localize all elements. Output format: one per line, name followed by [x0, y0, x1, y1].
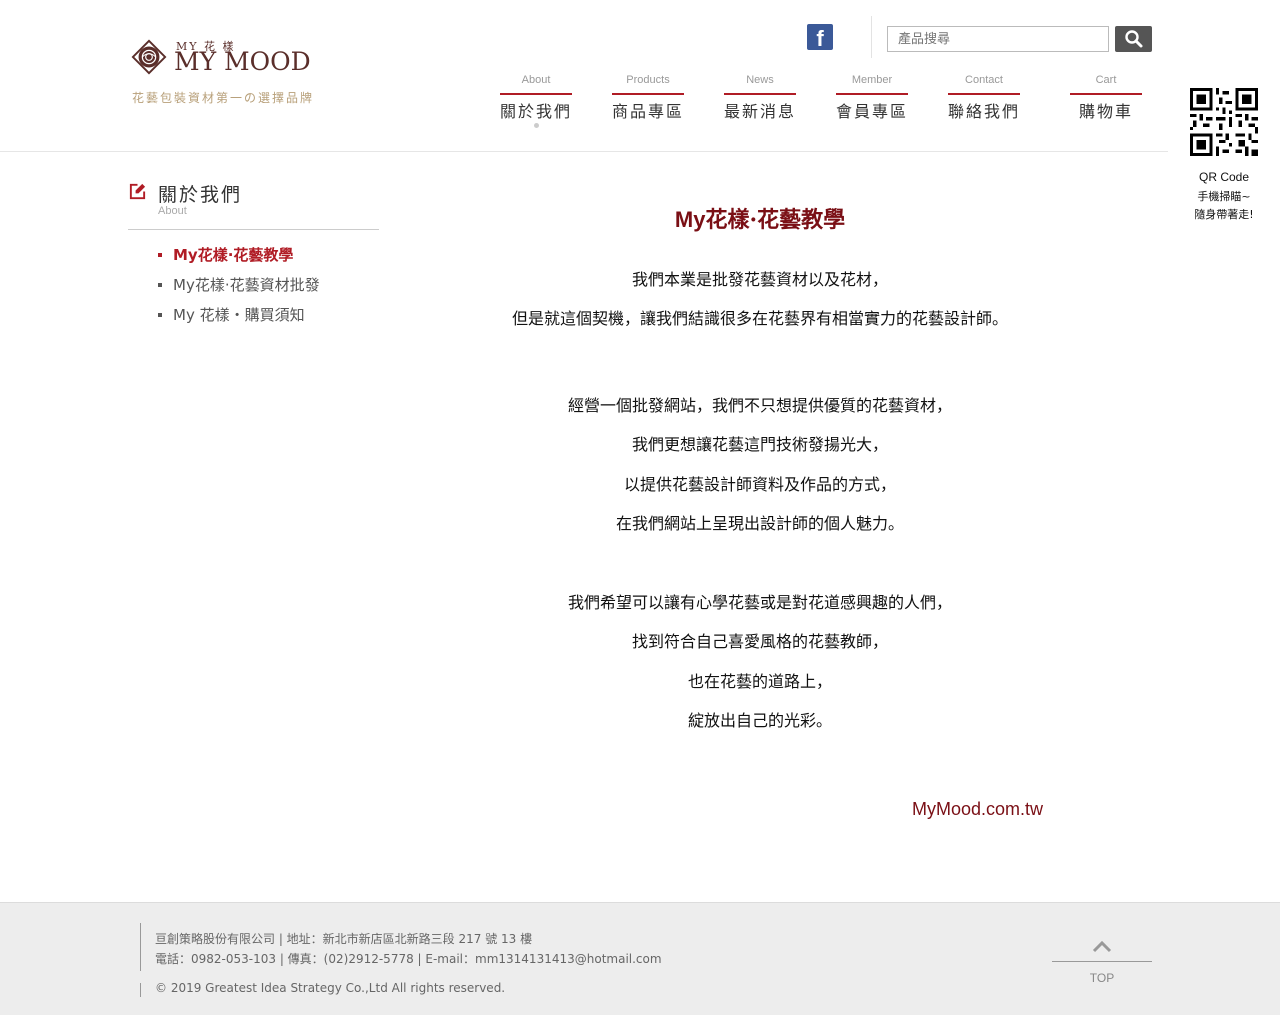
- sidebar-subtitle: About: [158, 205, 187, 217]
- paragraph-line: 但是就這個契機，讓我們結識很多在花藝界有相當實力的花藝設計師。: [511, 309, 1008, 329]
- hope-paragraph: 我們希望可以讓有心學花藝或是對花道感興趣的人們， 找到符合自己喜愛風格的花藝教師…: [440, 583, 1080, 740]
- intro-paragraph: 我們本業是批發花藝資材以及花材， 但是就這個契機，讓我們結識很多在花藝界有相當實…: [440, 260, 1080, 339]
- nav-zh-label: 關於我們: [500, 102, 573, 121]
- nav-underline: [1070, 93, 1142, 95]
- qr-caption-2: 隨身帶著走!: [1194, 208, 1254, 221]
- nav-item-member[interactable]: Member 會員專區: [836, 74, 908, 122]
- sidebar-title: 關於我們: [158, 184, 243, 206]
- search-input[interactable]: [887, 26, 1109, 52]
- page-title-rest: 花樣·花藝教學: [705, 207, 846, 233]
- nav-item-news[interactable]: News 最新消息: [724, 74, 796, 122]
- paragraph-line: 經營一個批發網站，我們不只想提供優質的花藝資材，: [567, 396, 952, 415]
- sidebar-divider: [128, 229, 379, 230]
- qr-code-icon: [1190, 88, 1258, 156]
- paragraph-line: 找到符合自己喜愛風格的花藝教師，: [631, 632, 888, 652]
- nav-item-about[interactable]: About 關於我們: [500, 74, 573, 128]
- nav-en-label: News: [746, 74, 774, 86]
- back-to-top-divider: [1052, 961, 1152, 962]
- site-footer: 亘創策略股份有限公司 | 地址：新北市新店區北新路三段 217 號 13 樓 電…: [0, 902, 1280, 1015]
- nav-active-dot: [534, 123, 539, 128]
- site-name: MyMood.com.tw: [912, 799, 1044, 819]
- page: MY 花 樣 MY MOOD 花藝包裝資材第一の選擇品牌 f About 關於我…: [0, 0, 1280, 1015]
- sidebar-item-wholesale[interactable]: My花樣·花藝資材批發: [158, 275, 320, 305]
- search-button[interactable]: [1115, 26, 1152, 52]
- logo-tagline: 花藝包裝資材第一の選擇品牌: [132, 91, 315, 105]
- paragraph-line: 也在花藝的道路上，: [687, 671, 832, 691]
- rose-logo-icon: [131, 39, 167, 75]
- nav-en-label: Cart: [1095, 74, 1117, 86]
- nav-zh-label: 購物車: [1078, 102, 1133, 121]
- nav-item-contact[interactable]: Contact 聯絡我們: [948, 74, 1020, 122]
- paragraph-line: 我們希望可以讓有心學花藝或是對花道感興趣的人們，: [567, 593, 952, 612]
- mission-paragraph: 經營一個批發網站，我們不只想提供優質的花藝資材， 我們更想讓花藝這門技術發揚光大…: [440, 386, 1080, 543]
- nav-item-cart[interactable]: Cart 購物車: [1070, 74, 1142, 122]
- header-divider: [871, 16, 872, 58]
- footer-company-address: 亘創策略股份有限公司 | 地址：新北市新店區北新路三段 217 號 13 樓: [155, 932, 533, 946]
- paragraph-line: 綻放出自己的光彩。: [687, 710, 832, 730]
- logo-name: MY MOOD: [174, 47, 311, 76]
- nav-en-label: Products: [626, 74, 670, 86]
- search-icon: [1125, 30, 1143, 48]
- site-logo[interactable]: MY 花 樣 MY MOOD 花藝包裝資材第一の選擇品牌: [130, 36, 330, 106]
- qr-title: QR Code: [1198, 170, 1250, 184]
- back-to-top-button[interactable]: TOP: [1052, 971, 1152, 985]
- page-title-prefix: My: [674, 207, 706, 232]
- nav-underline: [500, 93, 572, 95]
- footer-copyright: © 2019 Greatest Idea Strategy Co.,Ltd Al…: [155, 981, 506, 995]
- nav-underline: [724, 93, 796, 95]
- nav-zh-label: 商品專區: [612, 102, 685, 121]
- nav-en-label: Contact: [965, 74, 1003, 86]
- page-title: My花樣·花藝教學: [590, 202, 930, 234]
- sidebar-item-flower-lessons[interactable]: My花樣·花藝教學: [158, 245, 320, 275]
- sidebar-menu: My花樣·花藝教學 My花樣·花藝資材批發 My 花樣・購買須知: [158, 245, 320, 335]
- chevron-up-icon[interactable]: [1092, 939, 1112, 953]
- nav-underline: [948, 93, 1020, 95]
- nav-underline: [612, 93, 684, 95]
- nav-zh-label: 會員專區: [836, 102, 909, 121]
- paragraph-line: 以提供花藝設計師資料及作品的方式，: [623, 474, 896, 494]
- footer-bar: [140, 923, 141, 971]
- paragraph-line: 我們本業是批發花藝資材以及花材，: [631, 270, 888, 289]
- nav-zh-label: 最新消息: [724, 102, 797, 121]
- qr-caption-1: 手機掃瞄~: [1197, 190, 1251, 203]
- footer-contact: 電話：0982-053-103 | 傳真：(02)2912-5778 | E-m…: [155, 952, 662, 966]
- paragraph-line: 我們更想讓花藝這門技術發揚光大，: [631, 435, 888, 455]
- nav-en-label: About: [521, 74, 551, 86]
- edit-icon: [129, 183, 146, 200]
- facebook-icon[interactable]: f: [807, 24, 833, 51]
- footer-bar: [140, 983, 141, 997]
- nav-zh-label: 聯絡我們: [948, 102, 1021, 121]
- nav-underline: [836, 93, 908, 95]
- paragraph-line: 在我們網站上呈現出設計師的個人魅力。: [615, 513, 904, 533]
- nav-en-label: Member: [851, 74, 893, 86]
- sidebar-item-purchase-notes[interactable]: My 花樣・購買須知: [158, 305, 320, 335]
- nav-item-products[interactable]: Products 商品專區: [612, 74, 684, 122]
- site-header: MY 花 樣 MY MOOD 花藝包裝資材第一の選擇品牌 f About 關於我…: [0, 0, 1168, 152]
